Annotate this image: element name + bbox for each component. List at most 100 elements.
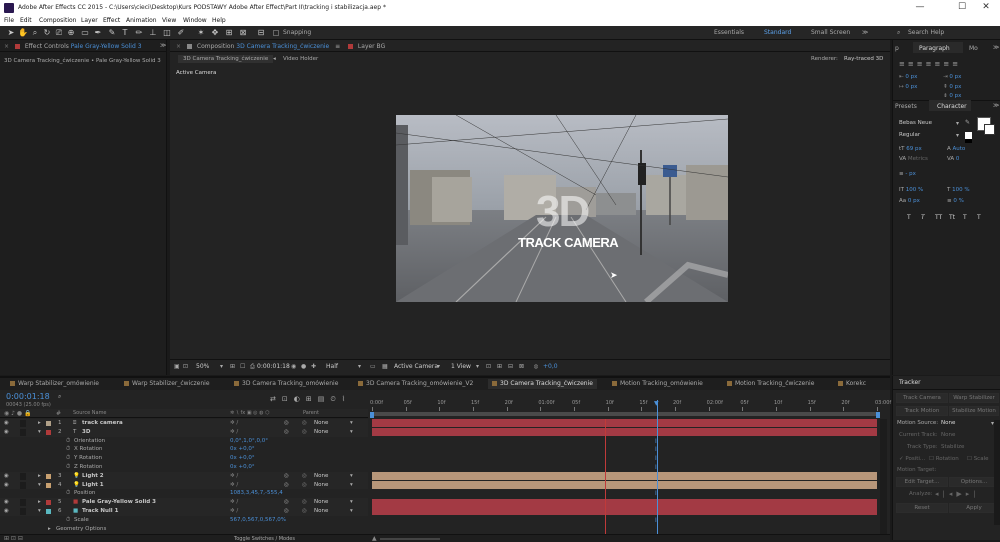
chevron-down-icon[interactable]: ▾: [358, 363, 361, 370]
breadcrumb-comp[interactable]: 3D Camera Tracking_ćwiczenie: [178, 55, 274, 63]
region-of-interest-icon[interactable]: ▭: [370, 363, 376, 370]
layer-switches-icons[interactable]: ✲ ∕: [230, 428, 238, 437]
layer-switches-icons[interactable]: ✲ ∕: [230, 472, 238, 481]
workspace-standard[interactable]: Standard: [764, 29, 791, 36]
stopwatch-icon[interactable]: ⏱: [66, 463, 70, 472]
faux-italic-button[interactable]: T: [921, 214, 925, 221]
panel-menu-icon[interactable]: ≫: [993, 102, 999, 109]
menu-animation[interactable]: Animation: [126, 17, 157, 24]
stabilize-motion-button[interactable]: Stabilize Motion: [949, 406, 999, 416]
stopwatch-icon[interactable]: ⏱: [66, 437, 70, 446]
property-value[interactable]: 0x +0,0°: [230, 445, 255, 454]
layer-row[interactable]: ◉ ▾ 4 💡 Light 1 ✲ ∕ ◎ ◎ None ▾: [0, 480, 368, 490]
work-area-start-handle[interactable]: [370, 412, 374, 418]
track-type-select[interactable]: Stabilize: [941, 444, 964, 450]
menu-window[interactable]: Window: [183, 17, 207, 24]
font-style-select[interactable]: Regular: [899, 132, 920, 138]
zoom-select[interactable]: 50%: [196, 363, 209, 370]
menu-file[interactable]: File: [4, 17, 14, 24]
label-color-swatch[interactable]: [46, 421, 51, 426]
flowchart-icon[interactable]: ⊠: [519, 363, 524, 370]
menu-effect[interactable]: Effect: [103, 17, 120, 24]
layer-row[interactable]: ◉ ▾ 6 ■ Track Null 1 ✲ ∕ ◎ ◎ None ▾: [0, 507, 368, 516]
motion-source-select[interactable]: None: [941, 420, 955, 426]
layer-name[interactable]: Light 2: [82, 472, 104, 481]
footer-icons[interactable]: ⊞ ⊡ ⊟: [4, 535, 23, 542]
timeline-tab[interactable]: Motion Tracking_ćwiczenie: [727, 379, 814, 389]
brush-tool-icon[interactable]: ✏: [134, 28, 144, 38]
all-caps-button[interactable]: TT: [935, 214, 942, 221]
layer-duration-bar[interactable]: [372, 507, 877, 516]
reset-exposure-icon[interactable]: ⦻: [534, 363, 538, 371]
3d-layer-switch[interactable]: ◎: [284, 472, 289, 481]
subscript-button[interactable]: T: [977, 214, 981, 221]
composition-frame[interactable]: 3D TRACK CAMERA ➤: [396, 115, 728, 302]
track-camera-button[interactable]: Track Camera: [896, 393, 948, 403]
safe-zones-icon[interactable]: ⊞: [230, 363, 235, 370]
label-color-swatch[interactable]: [46, 429, 51, 435]
label-color-swatch[interactable]: [46, 482, 51, 488]
parent-select[interactable]: None: [314, 472, 328, 481]
property-value[interactable]: 0,0°,1,0°,0,0°: [230, 437, 268, 446]
3d-layer-switch[interactable]: ◎: [284, 507, 289, 516]
rotate-tool-icon[interactable]: ↻: [42, 28, 52, 38]
property-row[interactable]: ⏱ Position 1083,3,45,7,-555,4: [0, 489, 368, 498]
close-button[interactable]: ✕: [976, 2, 996, 14]
visibility-eye-icon[interactable]: ◉: [4, 419, 9, 428]
timeline-tab[interactable]: Korekc: [838, 379, 866, 389]
snapshot-icon[interactable]: ⎙: [250, 363, 255, 371]
expand-twirl-icon[interactable]: ▸: [38, 498, 41, 507]
chevron-down-icon[interactable]: ▾: [350, 419, 353, 428]
color-icon[interactable]: ✚: [311, 363, 316, 370]
property-row[interactable]: ⏱ Y Rotation 0x +0,0°: [0, 454, 368, 463]
layer-switches-icons[interactable]: ✲ ∕: [230, 481, 238, 490]
work-area-bar[interactable]: [370, 412, 880, 416]
3d-layer-switch[interactable]: ◎: [284, 481, 289, 490]
label-color-swatch[interactable]: [46, 473, 51, 479]
tab-mo[interactable]: Mo: [969, 44, 978, 54]
timeline-tab[interactable]: Warp Stabilizer_omówienie: [10, 379, 99, 389]
position-checkbox[interactable]: ✓ Positi...: [899, 456, 925, 462]
layer-name[interactable]: Pale Gray-Yellow Solid 3: [82, 498, 156, 507]
layer-duration-bar[interactable]: [372, 481, 877, 489]
layer-switches-icons[interactable]: ✲ ∕: [230, 498, 238, 507]
lock-toggle[interactable]: [20, 508, 26, 515]
layer-switches-icons[interactable]: ✲ ∕: [230, 419, 238, 428]
menu-view[interactable]: View: [162, 17, 176, 24]
layer-duration-bar[interactable]: [372, 428, 877, 437]
chevron-down-icon[interactable]: ▾: [956, 132, 959, 139]
camera-snapshot-icon[interactable]: ◉: [291, 363, 296, 370]
chevron-down-icon[interactable]: ▾: [350, 481, 353, 490]
eyedropper-icon[interactable]: ✎: [965, 119, 970, 126]
expand-twirl-icon[interactable]: ▸: [38, 472, 41, 481]
exposure-value[interactable]: +0,0: [543, 363, 558, 370]
parent-pick-whip-icon[interactable]: ◎: [302, 419, 307, 428]
superscript-button[interactable]: T: [963, 214, 967, 221]
search-icon[interactable]: ⌕: [58, 393, 61, 401]
timeline-tab[interactable]: 3D Camera Tracking_ćwiczenie: [488, 379, 597, 389]
scale-checkbox[interactable]: ☐ Scale: [967, 456, 989, 462]
timeline-tab[interactable]: 3D Camera Tracking_omówienie_V2: [358, 379, 473, 389]
chevron-down-icon[interactable]: ▾: [956, 120, 959, 127]
layer-row[interactable]: ◉ ▾ 2 T 3D ✲ ∕ ◎ ◎ None ▾: [0, 427, 368, 437]
parent-select[interactable]: None: [314, 419, 328, 428]
grid-icon[interactable]: ⊡: [183, 363, 188, 370]
tab-p[interactable]: p: [895, 44, 899, 54]
parent-select[interactable]: None: [314, 498, 328, 507]
menu-help[interactable]: Help: [212, 17, 226, 24]
search-help-field[interactable]: Search Help: [908, 29, 944, 36]
expand-twirl-icon[interactable]: ▸: [38, 419, 41, 428]
layer-name[interactable]: Light 1: [82, 481, 104, 490]
lock-toggle[interactable]: [20, 420, 26, 427]
white-swatch[interactable]: [965, 132, 972, 139]
track-motion-button[interactable]: Track Motion: [896, 406, 948, 416]
selection-tool-icon[interactable]: ➤: [6, 28, 16, 38]
chevron-down-icon[interactable]: ▾: [437, 363, 440, 370]
label-color-swatch[interactable]: [46, 500, 51, 506]
layer-name[interactable]: track camera: [82, 419, 123, 428]
hand-tool-icon[interactable]: ✋: [18, 28, 28, 38]
3d-layer-switch[interactable]: ◎: [284, 428, 289, 437]
tab-presets[interactable]: Presets: [895, 102, 917, 112]
current-track-select[interactable]: None: [941, 432, 955, 438]
visibility-eye-icon[interactable]: ◉: [4, 481, 9, 490]
